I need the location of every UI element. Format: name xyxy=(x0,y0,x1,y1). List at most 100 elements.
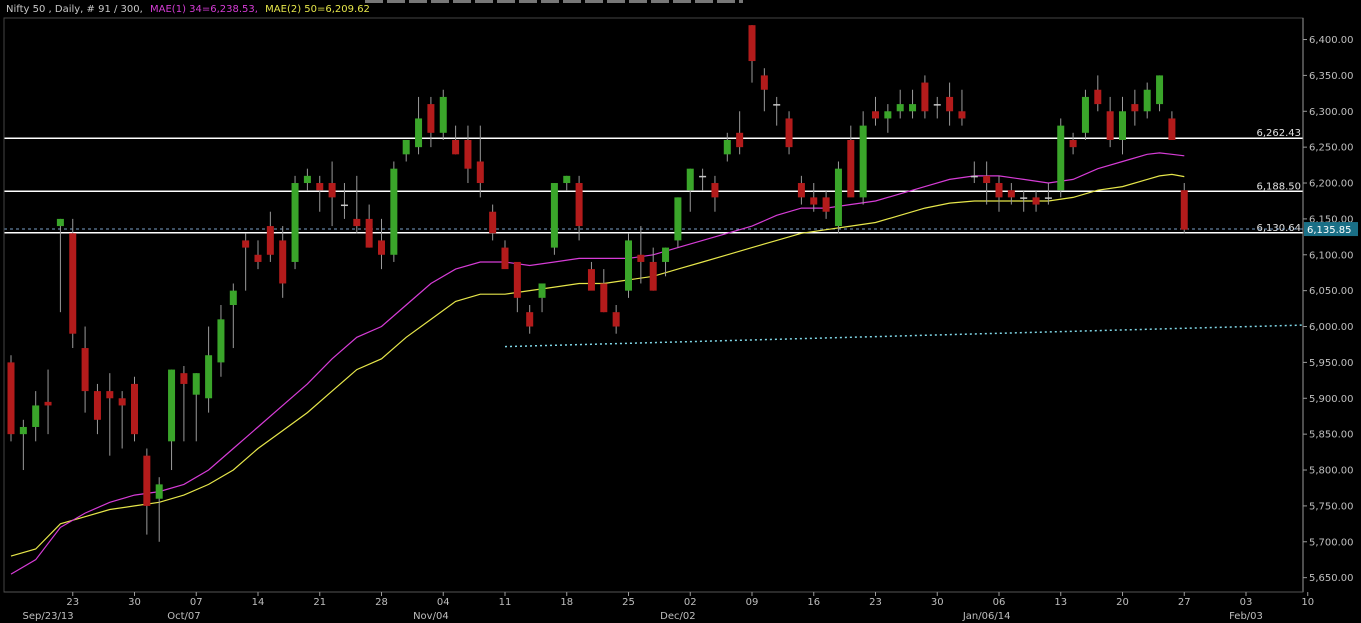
candle xyxy=(1069,132,1077,155)
candle-body xyxy=(872,111,879,119)
price-tick-label: 6,400.00 xyxy=(1309,35,1354,46)
candle xyxy=(378,218,385,270)
candle-body xyxy=(242,240,250,248)
candle-body xyxy=(834,168,842,227)
date-tick-label: 27 xyxy=(1178,597,1191,608)
candle xyxy=(587,261,595,291)
candle-body xyxy=(131,383,138,435)
candle xyxy=(686,168,694,212)
candle-body xyxy=(649,261,657,291)
candle-body xyxy=(192,373,200,395)
support-resistance-levels: 6,262.43 6,188.50 6,130.64 xyxy=(4,128,1304,348)
candle xyxy=(279,226,287,298)
date-tick-label: 11 xyxy=(499,597,512,608)
candle-body xyxy=(229,290,237,305)
price-tick-label: 5,850.00 xyxy=(1309,430,1354,441)
candle-body xyxy=(933,104,941,106)
candle xyxy=(501,240,509,270)
candle xyxy=(760,68,768,112)
candle xyxy=(168,369,176,471)
candle xyxy=(550,183,558,255)
candle xyxy=(513,261,521,313)
candle xyxy=(106,373,114,456)
candle-body xyxy=(1156,75,1164,105)
candle xyxy=(291,175,299,270)
candle xyxy=(797,175,805,205)
candle xyxy=(340,183,348,219)
candle-body xyxy=(390,168,398,255)
candle xyxy=(316,175,324,212)
candle-body xyxy=(538,283,546,298)
candle-body xyxy=(254,254,262,262)
candle xyxy=(1094,75,1102,112)
candle-body xyxy=(847,139,855,198)
candle-body xyxy=(612,312,620,327)
candlestick-chart[interactable]: 6,262.43 6,188.50 6,130.64 5,650.00 5,700.0… xyxy=(0,0,1361,623)
candle xyxy=(612,305,620,334)
candle-body xyxy=(797,183,805,198)
dotted-line xyxy=(504,324,1304,348)
candle xyxy=(81,326,89,413)
candle xyxy=(946,82,954,126)
level-label: 6,188.50 xyxy=(1256,181,1301,192)
candle-body xyxy=(1069,139,1077,148)
candle xyxy=(180,365,188,442)
candle xyxy=(143,448,151,535)
date-tick-label: 23 xyxy=(66,597,79,608)
date-tick-label: 09 xyxy=(746,597,759,608)
candle xyxy=(575,175,583,241)
date-tick-label: 03 xyxy=(1240,597,1253,608)
candle-body xyxy=(19,426,27,435)
candle xyxy=(736,111,744,155)
candle xyxy=(625,233,632,298)
candle-body xyxy=(415,118,423,148)
candle xyxy=(884,104,892,133)
candle-body xyxy=(884,111,892,119)
candle-body xyxy=(810,197,818,205)
candle xyxy=(872,96,879,126)
price-tick-label: 5,950.00 xyxy=(1309,358,1354,369)
candle xyxy=(155,477,163,542)
candle xyxy=(970,161,978,184)
candle xyxy=(254,240,262,270)
candle-body xyxy=(550,183,558,248)
candle-body xyxy=(662,247,670,262)
candle-body xyxy=(501,247,509,270)
candle xyxy=(1156,75,1164,112)
moving-averages xyxy=(10,152,1185,575)
date-tick-label: 10 xyxy=(1301,597,1314,608)
month-label: Jan/06/14 xyxy=(962,611,1011,622)
candle xyxy=(1168,111,1176,140)
candle-body xyxy=(1119,111,1126,140)
candle xyxy=(933,96,941,119)
candle xyxy=(328,161,336,227)
candle-body xyxy=(155,484,163,499)
ma50-line xyxy=(10,173,1185,557)
candle-body xyxy=(785,118,793,148)
date-tick-label: 06 xyxy=(993,597,1006,608)
price-tick-label: 5,900.00 xyxy=(1309,394,1354,405)
candle-body xyxy=(93,391,101,420)
candle xyxy=(69,218,77,349)
price-tick-label: 6,100.00 xyxy=(1309,250,1354,261)
candle-body xyxy=(7,362,15,435)
candle-body xyxy=(600,283,608,313)
candle xyxy=(1057,118,1065,198)
candle-body xyxy=(489,211,497,234)
candle xyxy=(896,89,904,119)
candle-body xyxy=(205,355,213,399)
candle xyxy=(427,96,435,148)
price-tick-label: 5,750.00 xyxy=(1309,501,1354,512)
price-tick-label: 5,700.00 xyxy=(1309,537,1354,548)
candle-body xyxy=(44,401,52,406)
candle-body xyxy=(1057,125,1065,191)
candle-body xyxy=(143,455,151,506)
candle-body xyxy=(1094,89,1102,105)
candle-body xyxy=(452,139,460,155)
candle-body xyxy=(711,183,719,198)
candle-body xyxy=(575,183,583,227)
price-tick-label: 6,050.00 xyxy=(1309,286,1354,297)
candle xyxy=(303,168,311,191)
candle xyxy=(785,111,793,155)
candle-body xyxy=(1044,197,1052,199)
